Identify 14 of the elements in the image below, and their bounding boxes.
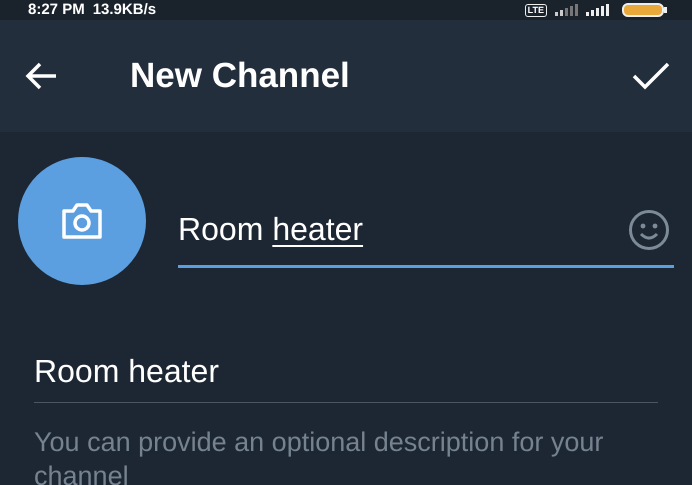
- screen-title: New Channel: [130, 56, 350, 96]
- signal-icon: [555, 4, 578, 16]
- status-time: 8:27 PM: [28, 2, 85, 18]
- channel-name-field[interactable]: Room heater: [178, 194, 674, 268]
- battery-icon: [622, 3, 668, 17]
- checkmark-icon[interactable]: [632, 61, 670, 91]
- channel-name-text: Room heater: [178, 211, 364, 248]
- back-arrow-icon[interactable]: [24, 61, 58, 91]
- network-speed: 13.9KB/s: [92, 2, 156, 18]
- emoji-icon[interactable]: [628, 208, 670, 250]
- camera-icon: [60, 202, 104, 240]
- description-field[interactable]: Room heater: [34, 353, 658, 403]
- description-hint: You can provide an optional description for your channel: [34, 426, 604, 485]
- network-type-badge: LTE: [524, 4, 547, 16]
